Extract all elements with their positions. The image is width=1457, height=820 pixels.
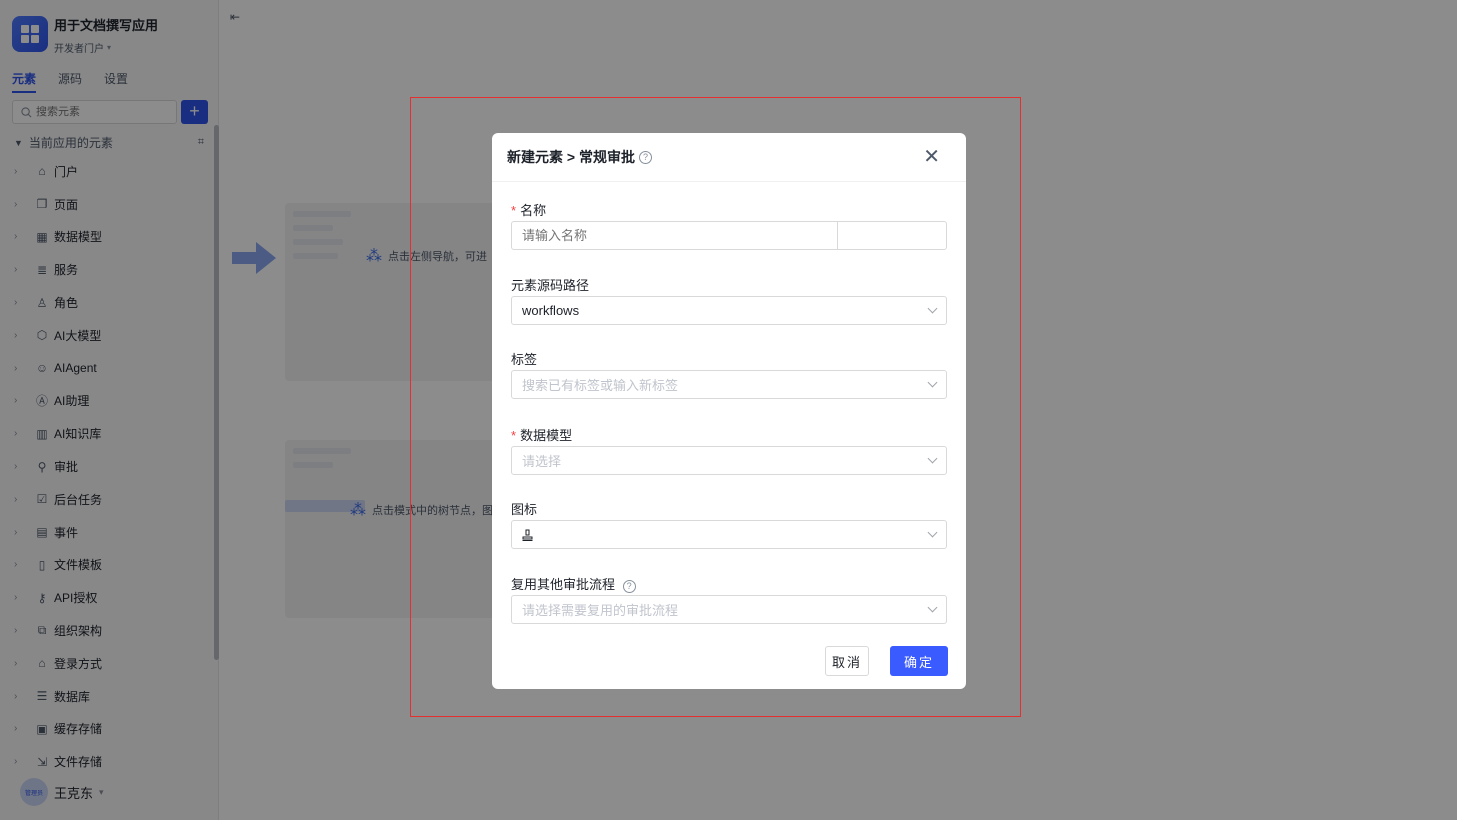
name-suffix-input[interactable] xyxy=(838,222,946,249)
source-path-value: workflows xyxy=(522,303,580,318)
new-element-dialog: 新建元素 > 常规审批 ? ✕ *名称 元素源码路径 workflows 标签 … xyxy=(492,133,966,689)
dialog-title: 新建元素 > 常规审批 xyxy=(507,149,635,165)
icon-select[interactable] xyxy=(511,520,947,549)
name-label: * 名称 xyxy=(511,203,547,218)
reuse-label: 复用其他审批流程 ? xyxy=(511,574,636,593)
dialog-header: 新建元素 > 常规审批 ? ✕ xyxy=(492,133,966,182)
model-label: * 数据模型 xyxy=(511,428,573,443)
chevron-down-icon xyxy=(927,527,938,538)
help-icon[interactable]: ? xyxy=(622,580,636,593)
reuse-flow-select[interactable]: 请选择需要复用的审批流程 xyxy=(511,595,947,624)
chevron-down-icon xyxy=(927,303,938,314)
chevron-down-icon xyxy=(927,602,938,613)
name-input[interactable] xyxy=(522,228,822,243)
help-icon[interactable]: ? xyxy=(638,150,652,164)
reuse-flow-placeholder: 请选择需要复用的审批流程 xyxy=(522,603,679,618)
tags-placeholder: 搜索已有标签或输入新标签 xyxy=(522,378,679,393)
tags-label: 标签 xyxy=(511,352,538,367)
chevron-down-icon xyxy=(927,453,938,464)
data-model-select[interactable]: 请选择 xyxy=(511,446,947,475)
cancel-button[interactable]: 取消 xyxy=(825,646,869,676)
data-model-placeholder: 请选择 xyxy=(522,454,562,469)
stamp-icon xyxy=(522,529,533,541)
confirm-button[interactable]: 确定 xyxy=(890,646,948,676)
tags-select[interactable]: 搜索已有标签或输入新标签 xyxy=(511,370,947,399)
name-field xyxy=(511,221,947,250)
icon-label: 图标 xyxy=(511,502,538,517)
source-path-select[interactable]: workflows xyxy=(511,296,947,325)
chevron-down-icon xyxy=(927,377,938,388)
path-label: 元素源码路径 xyxy=(511,278,590,293)
close-button[interactable]: ✕ xyxy=(923,147,940,167)
